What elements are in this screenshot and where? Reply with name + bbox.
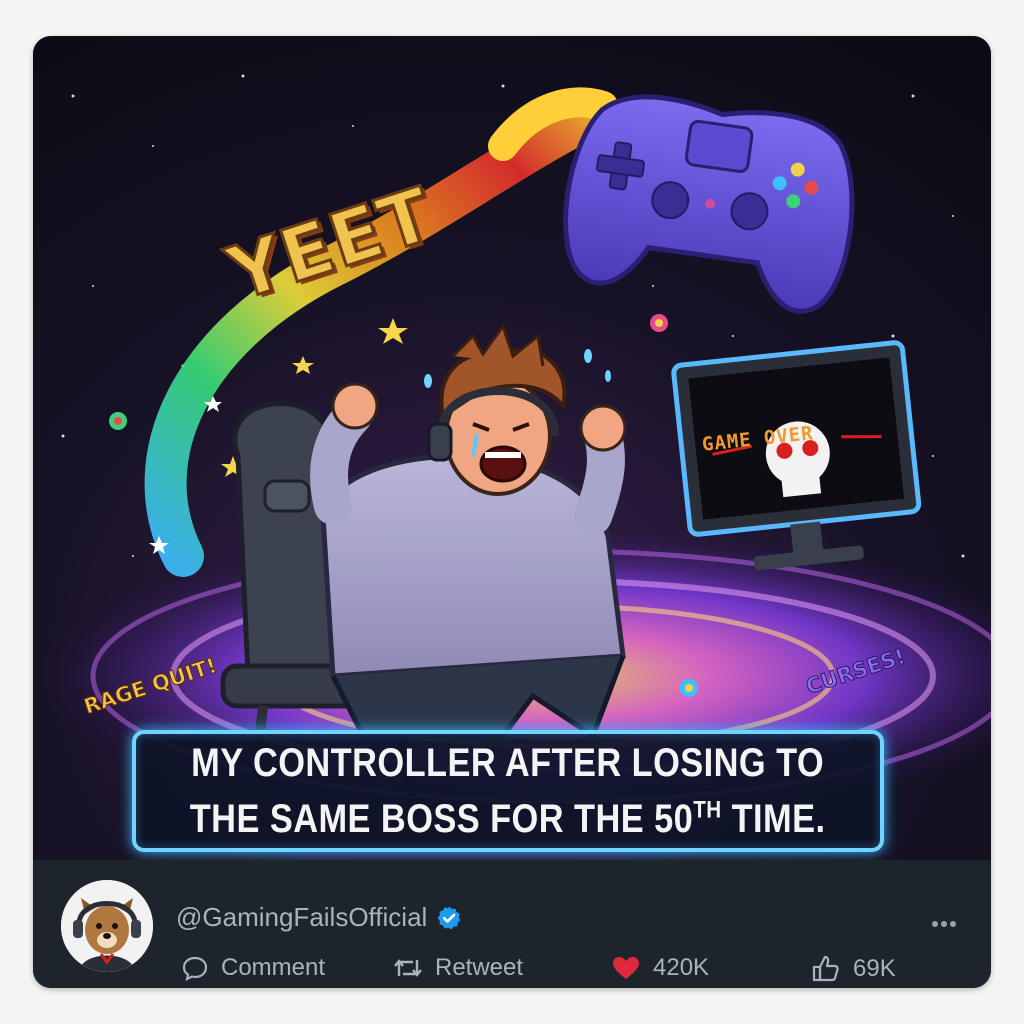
curses-label: CURSES! [802,644,909,700]
caption-line-2-suffix: TIME. [721,797,826,842]
dog-avatar-icon [61,880,153,972]
caption-ordinal: TH [693,796,722,824]
comment-label: Comment [221,954,326,981]
comment-button[interactable]: Comment [181,954,325,982]
meme-caption: MY CONTROLLER AFTER LOSING TO THE SAME B… [190,739,826,843]
post-footer: @GamingFailsOfficial Comment Retweet 420… [33,860,991,988]
avatar[interactable] [61,880,153,972]
game-over-label: GAME OVER [701,422,815,456]
meme-caption-box: MY CONTROLLER AFTER LOSING TO THE SAME B… [132,730,884,852]
caption-line-2-prefix: THE SAME BOSS FOR THE 50 [190,797,694,842]
rage-quit-label: RAGE QUIT! [80,653,220,719]
user-handle[interactable]: @GamingFailsOfficial [176,902,427,933]
caption-line-1: MY CONTROLLER AFTER LOSING TO [191,740,825,785]
retweet-icon [394,959,422,977]
heart-icon [613,957,639,979]
yeet-label: YEET [216,170,445,319]
thumbs-count: 69K [853,955,896,982]
retweet-label: Retweet [435,954,524,981]
thumbs-up-icon [812,955,839,982]
caption-line-2: THE SAME BOSS FOR THE 50TH TIME. [190,797,826,841]
verified-badge-icon [437,906,461,929]
like-button[interactable]: 420K [611,954,709,982]
handle-row: @GamingFailsOfficial [176,902,462,933]
comment-bubble-icon [182,956,208,982]
retweet-button[interactable]: Retweet [393,954,523,982]
meme-image: YEET RAGE QUIT! CURSES! GAME OVER MY CON… [33,36,991,860]
ellipsis-icon [932,921,956,927]
thumbs-up-button[interactable]: 69K [811,954,896,984]
meme-post-card: YEET RAGE QUIT! CURSES! GAME OVER MY CON… [33,36,991,988]
more-options-button[interactable] [931,908,957,934]
likes-count: 420K [653,954,710,981]
